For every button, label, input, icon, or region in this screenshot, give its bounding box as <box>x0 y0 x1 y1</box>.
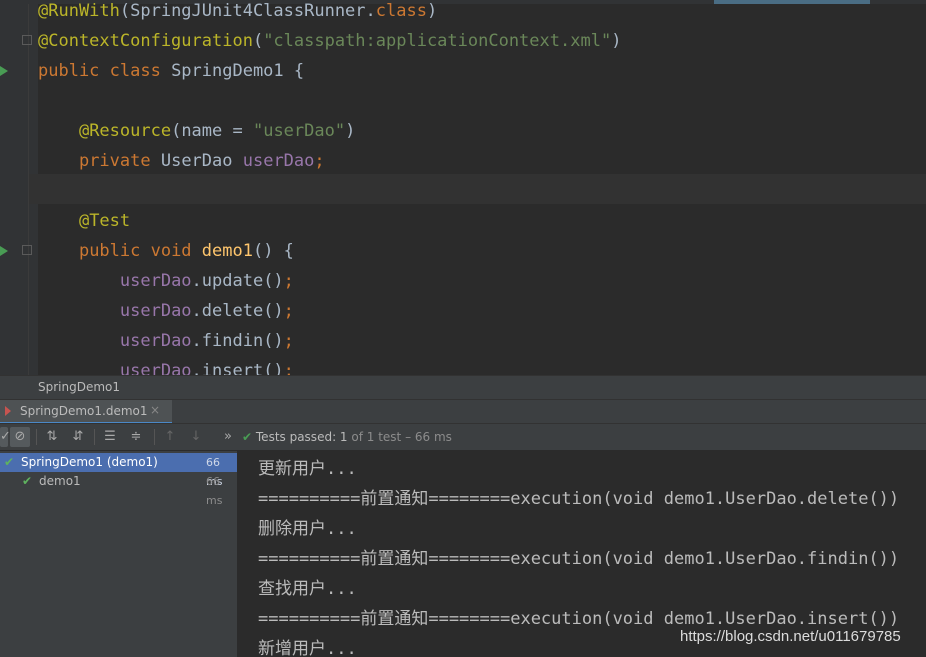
run-test-icon[interactable] <box>0 246 8 256</box>
code-token: ) <box>611 31 622 51</box>
code-token: ; <box>283 271 294 291</box>
code-token: demo1 <box>201 241 253 261</box>
next-failed-icon[interactable]: ↓ <box>186 427 206 447</box>
status-suffix: of 1 test – 66 ms <box>347 430 452 444</box>
code-token: ; <box>283 361 294 375</box>
console-output[interactable]: 更新用户... ==========前置通知========execution(… <box>238 451 926 657</box>
check-icon: ✔ <box>22 474 33 488</box>
code-token: () { <box>252 241 294 261</box>
check-icon: ✔ <box>242 430 253 444</box>
code-line[interactable]: userDao.delete(); <box>38 296 294 326</box>
code-token: "classpath:applicationContext.xml" <box>263 31 612 51</box>
sort-by-duration-icon[interactable]: ⇵ <box>68 427 88 447</box>
test-results-tree: ✔ SpringDemo1 (demo1) 66 ms ✔ demo1 66 m… <box>0 451 238 657</box>
tree-item-class[interactable]: ✔ SpringDemo1 (demo1) 66 ms <box>0 453 237 488</box>
close-icon[interactable]: × <box>150 403 160 417</box>
current-line-highlight <box>28 174 926 204</box>
code-token: userDao <box>242 151 315 171</box>
code-token: public class <box>38 61 172 81</box>
show-ignored-icon[interactable]: ⊘ <box>10 427 30 447</box>
code-line[interactable]: userDao.findin(); <box>38 326 294 356</box>
tree-item-method[interactable]: ✔ demo1 66 ms <box>0 472 237 507</box>
show-passed-icon[interactable]: ✓ <box>0 427 11 447</box>
code-token: @RunWith <box>38 1 120 21</box>
code-token: public void <box>78 241 202 261</box>
code-token: @Test <box>78 211 131 231</box>
code-token: UserDao <box>160 151 243 171</box>
expand-all-icon[interactable]: ☰ <box>100 427 120 447</box>
previous-failed-icon[interactable]: ↑ <box>160 427 180 447</box>
code-token: SpringDemo1 { <box>171 61 305 81</box>
console-line: 新增用户... <box>258 639 357 657</box>
watermark: https://blog.csdn.net/u011679785 <box>680 628 901 645</box>
code-token: .findin() <box>191 331 284 351</box>
code-token: @Resource <box>78 121 172 141</box>
breadcrumb: SpringDemo1 <box>0 375 926 400</box>
indent-guide <box>28 4 29 375</box>
code-token: ( <box>252 31 264 51</box>
sort-alphabetically-icon[interactable]: ⇅ <box>42 427 62 447</box>
code-token: userDao <box>119 271 192 291</box>
console-line: ==========前置通知========execution(void dem… <box>258 549 900 569</box>
code-line[interactable]: public void demo1() { <box>38 236 294 266</box>
tree-item-label: SpringDemo1 (demo1) <box>21 455 158 469</box>
code-token: @ContextConfiguration <box>38 31 253 51</box>
code-token: .update() <box>191 271 284 291</box>
code-token: private <box>78 151 161 171</box>
status-prefix: Tests passed: <box>255 430 340 444</box>
collapse-all-icon[interactable]: ≑ <box>126 427 146 447</box>
code-token: .delete() <box>191 301 284 321</box>
console-line: 查找用户... <box>258 579 357 599</box>
code-token: userDao <box>119 331 192 351</box>
code-line[interactable]: private UserDao userDao; <box>38 146 325 176</box>
code-line[interactable]: @Resource(name = "userDao") <box>38 116 355 146</box>
code-token: (SpringJUnit4ClassRunner. <box>119 1 376 21</box>
run-tab-bar: SpringDemo1.demo1 × <box>0 399 926 424</box>
run-tab-label: SpringDemo1.demo1 <box>20 404 148 418</box>
junit-icon <box>5 406 11 416</box>
tree-item-duration: 66 ms <box>206 475 223 507</box>
code-token: ; <box>283 331 294 351</box>
fold-marker-icon[interactable] <box>22 35 32 45</box>
code-token: ; <box>314 151 325 171</box>
more-icon[interactable]: » <box>218 427 238 447</box>
console-line: ==========前置通知========execution(void dem… <box>258 489 900 509</box>
code-token: ; <box>283 301 294 321</box>
run-class-icon[interactable] <box>0 66 8 76</box>
code-token: "userDao" <box>252 121 346 141</box>
code-line[interactable]: public class SpringDemo1 { <box>38 56 304 86</box>
code-token: .insert() <box>191 361 284 375</box>
code-line[interactable]: @ContextConfiguration("classpath:applica… <box>38 26 621 56</box>
code-editor[interactable]: @RunWith(SpringJUnit4ClassRunner.class) @… <box>0 0 926 375</box>
code-token: userDao <box>119 301 192 321</box>
status-count: 1 <box>339 430 348 444</box>
test-runner-toolbar: ✓ ⊘ ⇅ ⇵ ☰ ≑ ↑ ↓ » ✔ Tests passed: 1 of 1… <box>0 423 926 451</box>
console-line: 更新用户... <box>258 459 357 479</box>
check-icon: ✔ <box>4 455 15 469</box>
test-status: ✔ Tests passed: 1 of 1 test – 66 ms <box>242 430 452 444</box>
code-token: ) <box>345 121 356 141</box>
code-line[interactable]: userDao.insert(); <box>38 356 294 375</box>
code-token: ) <box>426 1 438 21</box>
run-tab[interactable]: SpringDemo1.demo1 × <box>0 400 172 424</box>
tree-item-label: demo1 <box>39 474 81 488</box>
fold-marker-icon[interactable] <box>22 245 32 255</box>
code-token: (name = <box>171 121 253 141</box>
breadcrumb-class[interactable]: SpringDemo1 <box>38 380 120 394</box>
code-line[interactable]: @Test <box>38 206 130 236</box>
code-line[interactable]: userDao.update(); <box>38 266 294 296</box>
code-token: class <box>375 1 427 21</box>
code-token: userDao <box>119 361 192 375</box>
console-line: 删除用户... <box>258 519 357 539</box>
code-line[interactable]: @RunWith(SpringJUnit4ClassRunner.class) <box>38 0 437 26</box>
